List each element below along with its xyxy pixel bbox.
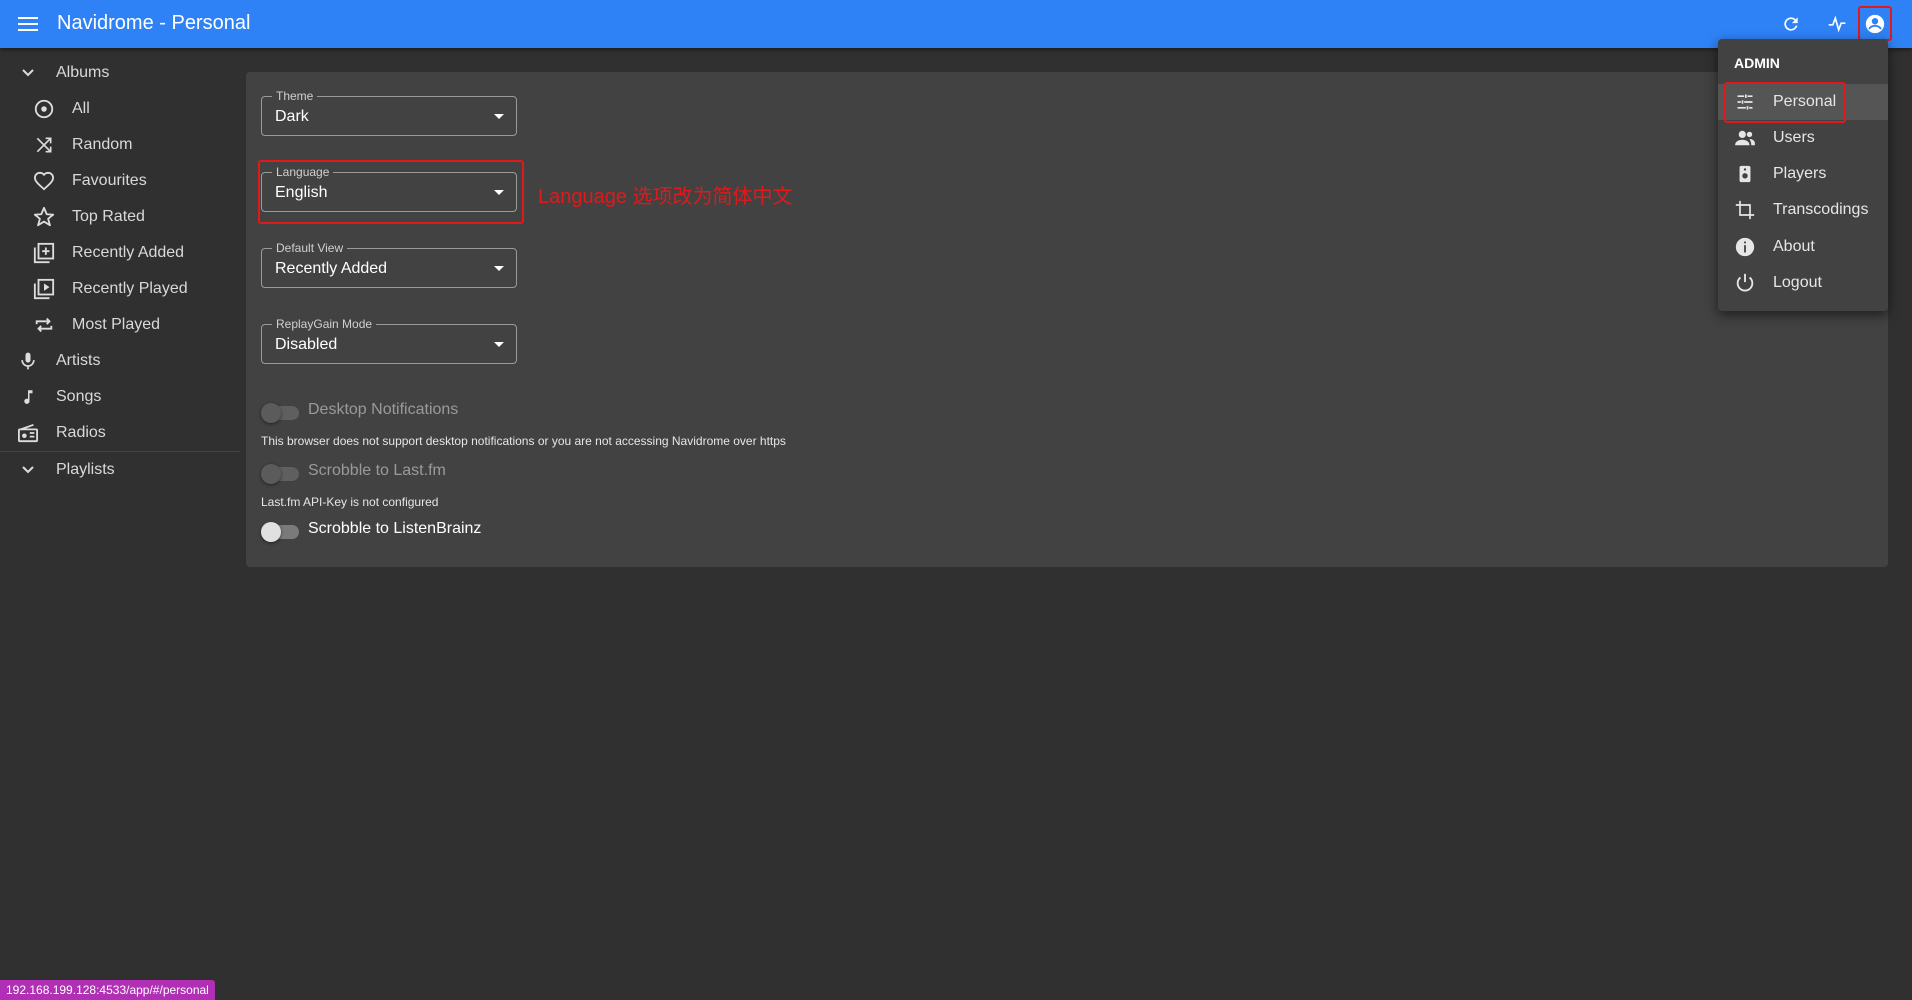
user-menu: ADMIN Personal Users Players Transcoding…: [1718, 39, 1888, 311]
sidebar-playlists-label: Playlists: [56, 461, 115, 478]
replaygain-label: ReplayGain Mode: [272, 317, 377, 331]
menu-item-label: Transcodings: [1773, 201, 1869, 218]
menu-item-label: Players: [1773, 165, 1827, 182]
sidebar-item-favourites[interactable]: Favourites: [0, 163, 240, 199]
chevron-down-icon: [16, 458, 40, 482]
hamburger-menu-icon[interactable]: [14, 10, 42, 38]
sidebar-item-label: Songs: [56, 388, 102, 405]
sidebar-item-radios[interactable]: Radios: [0, 415, 240, 451]
dropdown-arrow-icon: [494, 114, 504, 119]
sidebar-item-most-played[interactable]: Most Played: [0, 307, 240, 343]
menu-item-about[interactable]: About: [1718, 229, 1888, 265]
dropdown-arrow-icon: [494, 266, 504, 271]
activity-icon[interactable]: [1822, 9, 1852, 39]
sidebar-item-label: Top Rated: [72, 208, 145, 225]
account-icon[interactable]: [1858, 6, 1892, 41]
repeat-icon: [32, 313, 56, 337]
dropdown-arrow-icon: [494, 190, 504, 195]
refresh-icon[interactable]: [1776, 9, 1806, 39]
music-note-icon: [16, 385, 40, 409]
scrobble-listenbrainz-label: Scrobble to ListenBrainz: [308, 520, 482, 537]
menu-item-users[interactable]: Users: [1718, 120, 1888, 156]
annotation-text: Language 选项改为简体中文: [538, 186, 793, 208]
info-icon: [1733, 235, 1757, 259]
scrobble-lastfm-helper: Last.fm API-Key is not configured: [261, 495, 439, 509]
language-select[interactable]: Language English: [261, 165, 517, 212]
menu-item-label: Logout: [1773, 274, 1822, 291]
app-bar: Navidrome - Personal: [0, 0, 1912, 48]
chevron-down-icon: [16, 61, 40, 85]
desktop-notifications-label: Desktop Notifications: [308, 401, 459, 418]
sidebar-item-top-rated[interactable]: Top Rated: [0, 199, 240, 235]
toggle-knob: [261, 464, 281, 484]
sidebar-item-recently-played[interactable]: Recently Played: [0, 271, 240, 307]
menu-item-label: About: [1773, 238, 1815, 255]
theme-label: Theme: [272, 89, 318, 103]
status-bar-url: 192.168.199.128:4533/app/#/personal: [0, 980, 215, 1000]
sidebar-item-recently-added[interactable]: Recently Added: [0, 235, 240, 271]
toggle-knob: [261, 522, 281, 542]
album-disc-icon: [32, 97, 56, 121]
default-view-label: Default View: [272, 241, 348, 255]
sidebar-item-label: Random: [72, 136, 133, 153]
sidebar-albums-toggle[interactable]: Albums: [0, 55, 240, 91]
sidebar-item-label: Recently Played: [72, 280, 188, 297]
sidebar-item-label: All: [72, 100, 90, 117]
toggle-knob: [261, 403, 281, 423]
menu-item-transcodings[interactable]: Transcodings: [1718, 192, 1888, 228]
radio-icon: [16, 421, 40, 445]
sidebar-item-label: Radios: [56, 424, 106, 441]
replaygain-select[interactable]: ReplayGain Mode Disabled: [261, 317, 517, 364]
library-play-icon: [32, 277, 56, 301]
sidebar-item-songs[interactable]: Songs: [0, 379, 240, 415]
personal-highlight-box: [1724, 82, 1846, 123]
sidebar-item-label: Most Played: [72, 316, 161, 333]
power-icon: [1733, 271, 1757, 295]
sidebar-item-label: Recently Added: [72, 244, 185, 261]
default-view-value: Recently Added: [275, 260, 388, 277]
theme-select[interactable]: Theme Dark: [261, 89, 517, 136]
theme-value: Dark: [275, 108, 309, 125]
scrobble-listenbrainz-toggle[interactable]: [261, 522, 299, 542]
language-value: English: [275, 184, 328, 201]
sidebar-item-label: Artists: [56, 352, 101, 369]
desktop-notifications-toggle[interactable]: [261, 403, 299, 423]
menu-item-players[interactable]: Players: [1718, 156, 1888, 192]
sidebar-item-artists[interactable]: Artists: [0, 343, 240, 379]
sidebar-item-all[interactable]: All: [0, 91, 240, 127]
sidebar-item-random[interactable]: Random: [0, 127, 240, 163]
default-view-select[interactable]: Default View Recently Added: [261, 241, 517, 288]
desktop-notifications-helper: This browser does not support desktop no…: [261, 434, 786, 448]
scrobble-lastfm-label: Scrobble to Last.fm: [308, 462, 446, 479]
dropdown-arrow-icon: [494, 342, 504, 347]
sidebar-item-label: Favourites: [72, 172, 147, 189]
library-add-icon: [32, 241, 56, 265]
menu-item-logout[interactable]: Logout: [1718, 265, 1888, 301]
scrobble-lastfm-toggle[interactable]: [261, 464, 299, 484]
menu-item-label: Users: [1773, 129, 1815, 146]
people-icon: [1733, 126, 1757, 150]
shuffle-icon: [32, 133, 56, 157]
microphone-icon: [16, 349, 40, 373]
crop-icon: [1733, 198, 1757, 222]
heart-icon: [32, 169, 56, 193]
star-icon: [32, 205, 56, 229]
app-title: Navidrome - Personal: [57, 12, 251, 34]
user-menu-header: ADMIN: [1734, 55, 1780, 71]
replaygain-value: Disabled: [275, 336, 338, 353]
personal-settings-panel: Theme Dark Language English Default View…: [246, 72, 1888, 567]
speaker-icon: [1733, 162, 1757, 186]
sidebar-playlists-toggle[interactable]: Playlists: [0, 452, 240, 488]
language-label: Language: [272, 165, 334, 179]
sidebar-albums-label: Albums: [56, 64, 110, 81]
